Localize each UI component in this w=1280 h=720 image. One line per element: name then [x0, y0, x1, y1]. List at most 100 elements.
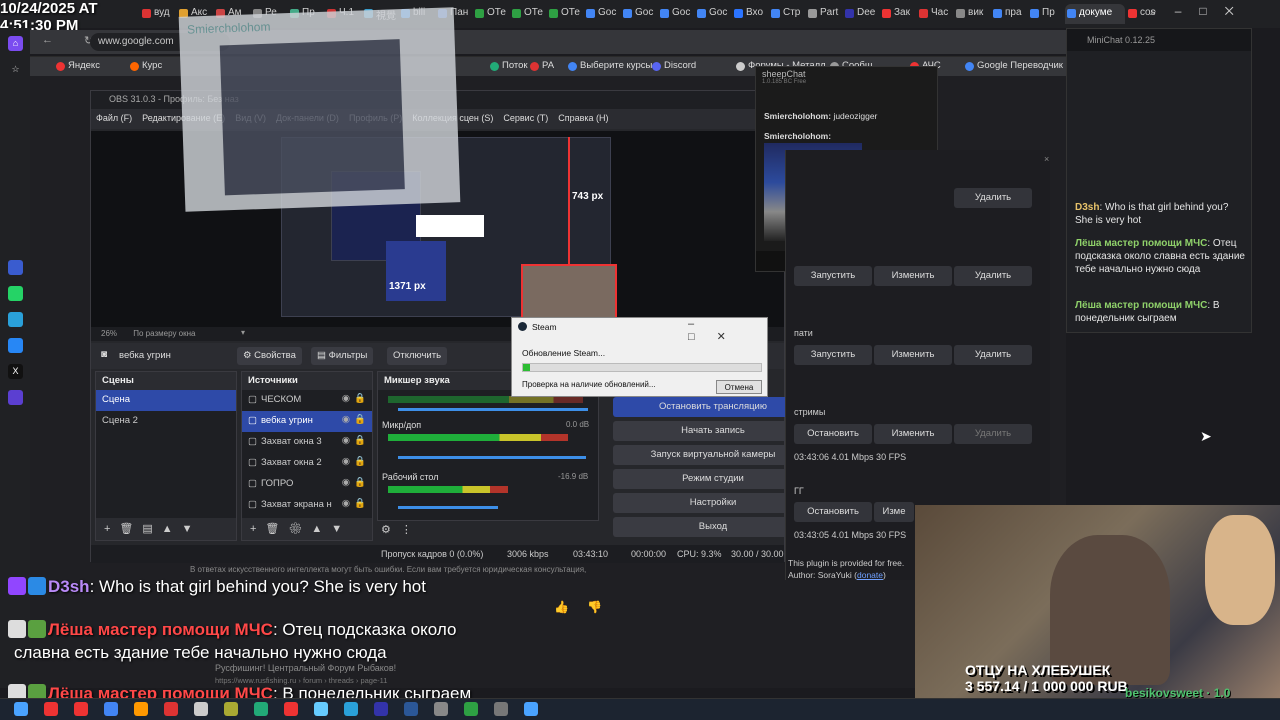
eye-icon[interactable]: ◉: [342, 393, 350, 404]
browser-tab[interactable]: Goc: [658, 4, 692, 24]
lock-icon[interactable]: 🔒: [354, 477, 366, 488]
browser-tab[interactable]: Вхо: [732, 4, 766, 24]
browser-tab[interactable]: ОТе: [547, 4, 581, 24]
control-button[interactable]: Начать запись: [613, 421, 813, 441]
donate-link[interactable]: donate: [857, 570, 883, 580]
launch-button[interactable]: Запустить: [794, 266, 872, 286]
taskbar-app-icon[interactable]: [374, 702, 388, 716]
browser-tab[interactable]: Goc: [584, 4, 618, 24]
bookmark-item[interactable]: Курс: [130, 60, 162, 71]
eye-icon[interactable]: ◉: [342, 477, 350, 488]
taskbar-app-icon[interactable]: [74, 702, 88, 716]
minimize-icon[interactable]: –: [688, 318, 716, 330]
control-button[interactable]: Остановить трансляцию: [613, 397, 813, 417]
close-icon[interactable]: ×: [1044, 154, 1049, 164]
edit-button[interactable]: Изменить: [874, 345, 952, 365]
delete-button[interactable]: Удалить: [954, 188, 1032, 208]
edit-button[interactable]: Изменить: [874, 424, 952, 444]
launch-button[interactable]: Запустить: [794, 345, 872, 365]
eye-icon[interactable]: ◉: [342, 498, 350, 509]
taskbar-app-icon[interactable]: [44, 702, 58, 716]
volume-slider[interactable]: [398, 506, 498, 509]
maximize-icon[interactable]: □: [1199, 4, 1224, 18]
taskbar-app-icon[interactable]: [434, 702, 448, 716]
taskbar-app-icon[interactable]: [524, 702, 538, 716]
maximize-icon[interactable]: □: [688, 331, 717, 343]
preview-webcam-source[interactable]: [521, 264, 617, 322]
stop-button[interactable]: Остановить: [794, 424, 872, 444]
vk-icon[interactable]: [8, 338, 23, 353]
browser-tab[interactable]: вуд: [140, 4, 174, 24]
source-item[interactable]: ▢ вебка угрин ◉ 🔒: [242, 411, 372, 432]
edit-button[interactable]: Изме: [874, 502, 914, 522]
chevron-down-icon[interactable]: ▾: [241, 328, 245, 337]
delete-button[interactable]: Удалить: [954, 266, 1032, 286]
stop-button[interactable]: Остановить: [794, 502, 872, 522]
whatsapp-icon[interactable]: [8, 286, 23, 301]
taskbar-app-icon[interactable]: [344, 702, 358, 716]
mixer-toolbar[interactable]: ⚙⋮: [381, 523, 422, 536]
browser-tab[interactable]: Пр: [1028, 4, 1062, 24]
volume-slider[interactable]: [398, 456, 586, 459]
control-button[interactable]: Режим студии: [613, 469, 813, 489]
delete-button[interactable]: Удалить: [954, 345, 1032, 365]
browser-tab[interactable]: Part: [806, 4, 840, 24]
cancel-button[interactable]: Отмена: [716, 380, 762, 394]
browser-tab[interactable]: Goc: [695, 4, 729, 24]
window-controls[interactable]: ⌕–□✕: [1150, 4, 1270, 22]
taskbar-app-icon[interactable]: [224, 702, 238, 716]
bookmark-item[interactable]: РА: [530, 60, 554, 71]
source-item[interactable]: ▢ ЧЕСКОМ ◉ 🔒: [242, 390, 372, 411]
lock-icon[interactable]: 🔒: [354, 456, 366, 467]
edit-button[interactable]: Изменить: [874, 266, 952, 286]
close-icon[interactable]: ✕: [1225, 4, 1252, 18]
browser-tab[interactable]: вик: [954, 4, 988, 24]
browser-tab[interactable]: ОТе: [473, 4, 507, 24]
menu-item[interactable]: Файл (F): [91, 109, 137, 123]
taskbar-app-icon[interactable]: [254, 702, 268, 716]
search-tabs-icon[interactable]: ⌕: [1150, 4, 1175, 18]
taskbar-app-icon[interactable]: [464, 702, 478, 716]
zoom-mode[interactable]: По размеру окна: [133, 329, 195, 338]
eye-icon[interactable]: ◉: [342, 435, 350, 446]
feedback-icons[interactable]: 👍👎: [554, 600, 620, 614]
back-icon[interactable]: ←: [42, 34, 53, 46]
source-item[interactable]: ▢ ГОПРО ◉ 🔒: [242, 474, 372, 495]
browser-tab[interactable]: Dee: [843, 4, 877, 24]
scenes-toolbar[interactable]: +🗑▤▲▼: [96, 518, 236, 540]
taskbar-app-icon[interactable]: [284, 702, 298, 716]
bookmark-item[interactable]: Яндекс: [56, 60, 100, 71]
browser-tab[interactable]: Зак: [880, 4, 914, 24]
source-item[interactable]: ▢ Захват экрана н ◉ 🔒: [242, 495, 372, 516]
browser-tab[interactable]: Час: [917, 4, 951, 24]
menu-item[interactable]: Справка (H): [553, 109, 613, 123]
star-icon[interactable]: ☆: [8, 62, 23, 77]
bookmark-item[interactable]: Выберите курсы: [568, 60, 652, 71]
disable-button[interactable]: Отключить: [387, 347, 448, 365]
eye-icon[interactable]: ◉: [342, 456, 350, 467]
bookmark-item[interactable]: Discord: [652, 60, 696, 71]
volume-slider[interactable]: [398, 408, 588, 411]
control-button[interactable]: Запуск виртуальной камеры: [613, 445, 813, 465]
source-item[interactable]: ▢ Захват окна 3 ◉ 🔒: [242, 432, 372, 453]
steam-window-controls[interactable]: –□✕: [688, 318, 767, 343]
home-icon[interactable]: ⌂: [8, 36, 23, 51]
taskbar-app-icon[interactable]: [134, 702, 148, 716]
source-item[interactable]: ▢ Захват окна 2 ◉ 🔒: [242, 453, 372, 474]
taskbar-app-icon[interactable]: [314, 702, 328, 716]
close-icon[interactable]: ✕: [717, 331, 748, 343]
control-button[interactable]: Выход: [613, 517, 813, 537]
taskbar-app-icon[interactable]: [104, 702, 118, 716]
browser-tab[interactable]: Goc: [621, 4, 655, 24]
properties-button[interactable]: ⚙ Свойства: [237, 347, 302, 365]
taskbar-app-icon[interactable]: [14, 702, 28, 716]
sources-toolbar[interactable]: +🗑⚙▲▼: [242, 518, 372, 540]
scene-item[interactable]: Сцена: [96, 390, 236, 411]
browser-tab[interactable]: докуме: [1065, 4, 1125, 24]
thumbs-up-icon[interactable]: 👍: [554, 600, 587, 614]
scene-item[interactable]: Сцена 2: [96, 411, 236, 432]
browser-tab[interactable]: пра: [991, 4, 1025, 24]
lock-icon[interactable]: 🔒: [354, 414, 366, 425]
lock-icon[interactable]: 🔒: [354, 393, 366, 404]
eye-icon[interactable]: ◉: [342, 414, 350, 425]
